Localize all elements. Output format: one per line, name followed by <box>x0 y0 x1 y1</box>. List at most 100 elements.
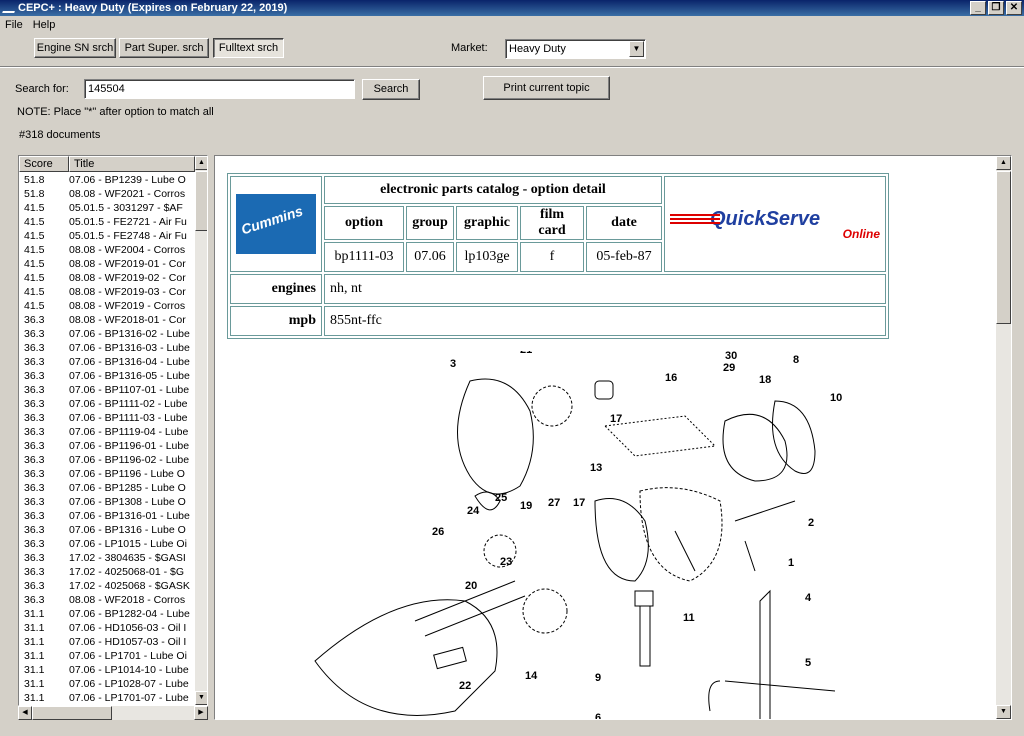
result-title: 07.06 - BP1316-02 - Lube <box>69 328 190 340</box>
result-score: 31.1 <box>24 692 45 704</box>
scroll-left-icon[interactable]: ◀ <box>18 706 32 720</box>
list-item[interactable]: 36.3 08.08 - WF2018 - Corros <box>19 593 195 607</box>
search-for-label: Search for: <box>15 83 69 95</box>
result-title: 07.06 - BP1239 - Lube O <box>69 174 186 186</box>
mpb-label: mpb <box>230 306 322 336</box>
engine-sn-search-button[interactable]: Engine SN srch <box>34 38 116 58</box>
list-item[interactable]: 31.1 07.06 - LP1028-07 - Lube <box>19 677 195 691</box>
result-title: 07.06 - HD1057-03 - Oil I <box>69 636 187 648</box>
list-item[interactable]: 31.1 07.06 - BP1282-04 - Lube <box>19 607 195 621</box>
result-score: 36.3 <box>24 496 45 508</box>
result-score: 36.3 <box>24 398 45 410</box>
result-score: 41.5 <box>24 244 45 256</box>
separator <box>0 66 1024 68</box>
result-score: 36.3 <box>24 426 45 438</box>
list-item[interactable]: 41.5 08.08 - WF2019-02 - Cor <box>19 271 195 285</box>
list-item[interactable]: 31.1 07.06 - LP1014-10 - Lube <box>19 663 195 677</box>
viewer-scroll-thumb[interactable] <box>996 171 1011 324</box>
list-item[interactable]: 36.3 08.08 - WF2018-01 - Cor <box>19 313 195 327</box>
callout-label: 29 <box>723 362 735 374</box>
list-item[interactable]: 36.3 17.02 - 4025068 - $GASK <box>19 579 195 593</box>
list-item[interactable]: 36.3 07.06 - BP1119-04 - Lube <box>19 425 195 439</box>
list-item[interactable]: 36.3 07.06 - BP1316-04 - Lube <box>19 355 195 369</box>
column-title[interactable]: Title <box>69 156 195 172</box>
callout-label: 3 <box>450 358 456 370</box>
list-item[interactable]: 36.3 07.06 - BP1107-01 - Lube <box>19 383 195 397</box>
market-value: Heavy Duty <box>509 43 566 55</box>
result-title: 07.06 - BP1119-04 - Lube <box>69 426 189 438</box>
result-title: 07.06 - BP1285 - Lube O <box>69 482 186 494</box>
list-item[interactable]: 41.5 05.01.5 - 3031297 - $AF <box>19 201 195 215</box>
callout-label: 1 <box>788 557 794 569</box>
result-title: 08.08 - WF2019-03 - Cor <box>69 286 186 298</box>
val-group: 07.06 <box>406 242 454 272</box>
list-item[interactable]: 36.3 07.06 - BP1316-02 - Lube <box>19 327 195 341</box>
list-item[interactable]: 36.3 07.06 - BP1111-02 - Lube <box>19 397 195 411</box>
result-score: 36.3 <box>24 454 45 466</box>
list-item[interactable]: 31.1 07.06 - HD1056-03 - Oil I <box>19 621 195 635</box>
list-item[interactable]: 41.5 08.08 - WF2019-03 - Cor <box>19 285 195 299</box>
market-select[interactable]: Heavy Duty ▼ <box>505 39 646 59</box>
callout-label: 6 <box>595 712 601 720</box>
results-list[interactable]: Score Title 51.8 07.06 - BP1239 - Lube O5… <box>18 155 208 706</box>
document-viewer[interactable]: Cummins electronic parts catalog - optio… <box>214 155 1012 720</box>
menu-file[interactable]: File <box>0 19 28 31</box>
list-item[interactable]: 41.5 05.01.5 - FE2748 - Air Fu <box>19 229 195 243</box>
list-item[interactable]: 36.3 07.06 - BP1196-01 - Lube <box>19 439 195 453</box>
scroll-down-icon[interactable]: ▼ <box>195 691 207 705</box>
close-button[interactable]: ✕ <box>1006 1 1022 15</box>
callout-label: 30 <box>725 351 737 362</box>
list-item[interactable]: 31.1 07.06 - HD1057-03 - Oil I <box>19 635 195 649</box>
list-item[interactable]: 36.3 07.06 - BP1196 - Lube O <box>19 467 195 481</box>
results-scrollbar[interactable]: ▲ ▼ <box>195 156 207 705</box>
list-item[interactable]: 41.5 05.01.5 - FE2721 - Air Fu <box>19 215 195 229</box>
cummins-logo: Cummins <box>236 194 316 254</box>
search-input[interactable]: 145504 <box>84 79 355 99</box>
results-hscrollbar[interactable]: ◀ ▶ <box>18 706 208 720</box>
restore-button[interactable]: ❐ <box>988 1 1004 15</box>
result-score: 31.1 <box>24 622 45 634</box>
list-item[interactable]: 41.5 08.08 - WF2004 - Corros <box>19 243 195 257</box>
menu-help[interactable]: Help <box>28 19 61 31</box>
list-item[interactable]: 36.3 07.06 - BP1308 - Lube O <box>19 495 195 509</box>
list-item[interactable]: 41.5 08.08 - WF2019 - Corros <box>19 299 195 313</box>
callout-label: 23 <box>500 556 512 568</box>
callout-label: 26 <box>432 526 444 538</box>
list-item[interactable]: 36.3 07.06 - BP1316-05 - Lube <box>19 369 195 383</box>
list-item[interactable]: 36.3 17.02 - 4025068-01 - $G <box>19 565 195 579</box>
list-item[interactable]: 36.3 07.06 - LP1015 - Lube Oi <box>19 537 195 551</box>
result-title: 07.06 - BP1316-05 - Lube <box>69 370 190 382</box>
list-item[interactable]: 36.3 07.06 - BP1285 - Lube O <box>19 481 195 495</box>
viewer-scroll-down-icon[interactable]: ▼ <box>996 705 1011 719</box>
chevron-down-icon[interactable]: ▼ <box>629 41 644 57</box>
search-button[interactable]: Search <box>362 79 420 100</box>
result-score: 31.1 <box>24 636 45 648</box>
list-item[interactable]: 41.5 08.08 - WF2019-01 - Cor <box>19 257 195 271</box>
list-item[interactable]: 51.8 08.08 - WF2021 - Corros <box>19 187 195 201</box>
viewer-scroll-up-icon[interactable]: ▲ <box>996 156 1011 170</box>
viewer-scrollbar[interactable]: ▲ ▼ <box>996 156 1011 719</box>
scroll-up-icon[interactable]: ▲ <box>195 156 207 170</box>
part-super-search-button[interactable]: Part Super. srch <box>119 38 209 58</box>
list-item[interactable]: 31.1 07.06 - LP1701 - Lube Oi <box>19 649 195 663</box>
list-item[interactable]: 36.3 17.02 - 3804635 - $GASI <box>19 551 195 565</box>
app-icon <box>2 3 18 13</box>
list-item[interactable]: 36.3 07.06 - BP1196-02 - Lube <box>19 453 195 467</box>
callout-label: 25 <box>495 492 507 504</box>
list-item[interactable]: 31.1 07.06 - LP1701-07 - Lube <box>19 691 195 705</box>
print-topic-button[interactable]: Print current topic <box>483 76 610 100</box>
list-item[interactable]: 36.3 07.06 - BP1316-03 - Lube <box>19 341 195 355</box>
column-score[interactable]: Score <box>19 156 69 172</box>
list-item[interactable]: 36.3 07.06 - BP1316 - Lube O <box>19 523 195 537</box>
list-item[interactable]: 51.8 07.06 - BP1239 - Lube O <box>19 173 195 187</box>
result-score: 36.3 <box>24 314 45 326</box>
fulltext-search-button[interactable]: Fulltext srch <box>213 38 284 58</box>
callout-label: 27 <box>548 497 560 509</box>
scroll-thumb[interactable] <box>195 171 207 231</box>
minimize-button[interactable]: _ <box>970 1 986 15</box>
list-item[interactable]: 36.3 07.06 - BP1316-01 - Lube <box>19 509 195 523</box>
scroll-right-icon[interactable]: ▶ <box>194 706 208 720</box>
list-item[interactable]: 36.3 07.06 - BP1111-03 - Lube <box>19 411 195 425</box>
hscroll-thumb[interactable] <box>32 706 112 720</box>
result-score: 51.8 <box>24 174 45 186</box>
